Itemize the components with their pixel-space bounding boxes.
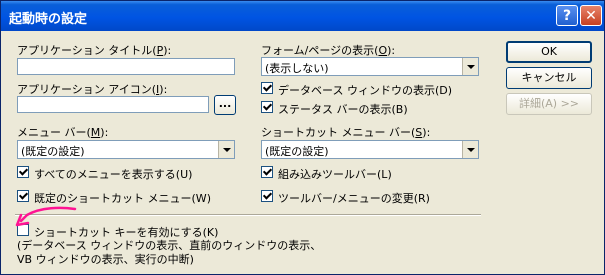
form-page-select[interactable]: (表示しない)	[261, 57, 479, 76]
advanced-suffix: >>	[557, 97, 580, 110]
checkbox-check-icon[interactable]	[261, 82, 273, 94]
all-menus-label: すべてのメニューを表示する(U)	[34, 168, 193, 181]
form-page-value: (表示しない)	[265, 62, 329, 75]
description-line-2: VB ウィンドウの表示、実行の中断)	[17, 253, 194, 266]
all-menus-accesskey: U	[180, 168, 189, 181]
toolbar-changes-accesskey: R	[418, 192, 426, 205]
advanced-text: 詳細	[518, 97, 541, 110]
shortcut-menu-bar-value: (既定の設定)	[265, 145, 329, 158]
dialog-title: 起動時の設定	[9, 12, 88, 27]
toolbar-changes-label: ツールバー/メニューの変更(R)	[278, 192, 430, 205]
show-status-bar-accesskey: B	[395, 103, 404, 116]
close-button[interactable]: ✕	[580, 5, 602, 26]
show-status-bar-label: ステータス バーの表示(B)	[278, 103, 408, 116]
shortcut-menu-bar-label-text: ショートカット メニュー バー	[261, 126, 411, 139]
show-db-window-accesskey: D	[439, 84, 448, 97]
app-title-input[interactable]	[17, 58, 235, 75]
checkbox-check-icon[interactable]	[261, 101, 273, 113]
cancel-button[interactable]: キャンセル	[506, 67, 592, 89]
app-title-label: アプリケーション タイトル(P):	[17, 44, 172, 57]
chevron-down-icon[interactable]	[462, 141, 478, 158]
menu-bar-label-text: メニュー バー	[17, 126, 87, 139]
checkbox-check-icon[interactable]	[17, 166, 29, 178]
startup-dialog: 起動時の設定 ? ✕ アプリケーション タイトル(P): アプリケーション アイ…	[0, 0, 605, 275]
annotation-arrow-icon	[15, 206, 77, 227]
shortcut-menu-bar-select[interactable]: (既定の設定)	[261, 140, 479, 159]
menu-bar-value: (既定の設定)	[21, 145, 85, 158]
special-keys-accesskey: K	[206, 226, 215, 239]
all-menus-text: すべてのメニューを表示する	[34, 168, 176, 181]
browse-icon-button[interactable]: ...	[214, 95, 236, 115]
title-bar[interactable]: 起動時の設定 ? ✕	[1, 1, 604, 31]
app-icon-accesskey: I	[156, 83, 160, 96]
ok-button[interactable]: OK	[506, 41, 592, 63]
builtin-toolbars-text: 組み込みツールバー	[278, 168, 377, 181]
checkbox-check-icon[interactable]	[261, 190, 273, 202]
menu-bar-accesskey: M	[90, 126, 101, 139]
show-db-window-text: データベース ウィンドウの表示	[278, 84, 435, 97]
show-db-window-label: データベース ウィンドウの表示(D)	[278, 84, 453, 97]
builtin-toolbars-label: 組み込みツールバー(L)	[278, 168, 392, 181]
app-icon-label-text: アプリケーション アイコン	[17, 83, 152, 96]
app-title-label-text: アプリケーション タイトル	[17, 44, 153, 57]
menu-bar-select[interactable]: (既定の設定)	[17, 140, 235, 159]
toolbar-changes-text: ツールバー/メニューの変更	[278, 192, 414, 205]
description-line-1: (データベース ウィンドウの表示、直前のウィンドウの表示、	[17, 239, 322, 252]
checkbox-check-icon[interactable]	[17, 190, 29, 202]
default-shortcut-menus-accesskey: W	[195, 192, 207, 205]
shortcut-menu-bar-label: ショートカット メニュー バー(S):	[261, 126, 431, 139]
form-page-label-text: フォーム/ページの表示	[261, 44, 375, 57]
builtin-toolbars-accesskey: L	[381, 168, 388, 181]
form-page-accesskey: O	[378, 44, 388, 57]
separator	[15, 214, 481, 216]
menu-bar-label: メニュー バー(M):	[17, 126, 109, 139]
advanced-button[interactable]: 詳細(A) >>	[506, 93, 592, 115]
chevron-down-icon[interactable]	[462, 58, 478, 75]
chevron-down-icon[interactable]	[218, 141, 234, 158]
advanced-accesskey: A	[545, 97, 553, 110]
checkbox-check-icon[interactable]	[261, 166, 273, 178]
shortcut-menu-bar-accesskey: S	[415, 126, 423, 139]
app-title-accesskey: P	[156, 44, 164, 57]
app-icon-input[interactable]	[17, 96, 209, 113]
app-icon-label: アプリケーション アイコン(I):	[17, 83, 168, 96]
form-page-label: フォーム/ページの表示(O):	[261, 44, 396, 57]
show-status-bar-text: ステータス バーの表示	[278, 103, 392, 116]
special-keys-description: (データベース ウィンドウの表示、直前のウィンドウの表示、 VB ウィンドウの表…	[17, 239, 321, 267]
help-button[interactable]: ?	[556, 5, 578, 26]
